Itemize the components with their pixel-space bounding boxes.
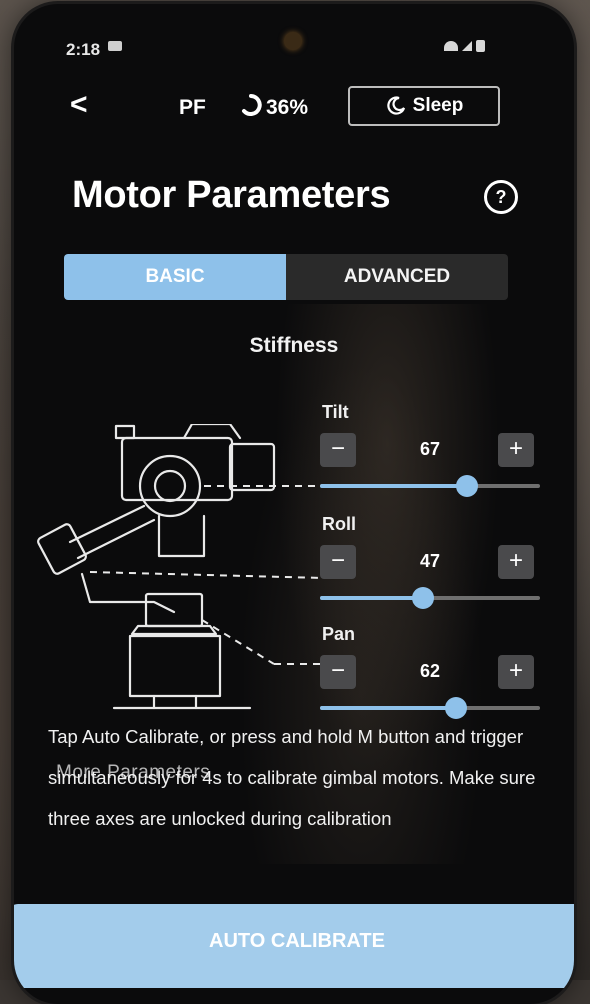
front-camera — [284, 32, 302, 50]
mail-icon — [108, 41, 122, 51]
roll-slider[interactable] — [320, 587, 540, 609]
mode-label: PF — [179, 96, 206, 120]
slider-fill — [320, 596, 423, 600]
back-button[interactable]: < — [70, 90, 88, 120]
signal-icon — [462, 41, 472, 51]
app-screen: 2:18 < PF 36% Sleep Motor Parameters ? B — [14, 4, 574, 1004]
page-title: Motor Parameters — [72, 174, 390, 217]
calibration-instructions: Tap Auto Calibrate, or press and hold M … — [48, 716, 538, 839]
sleep-button[interactable]: Sleep — [348, 86, 500, 126]
roll-stepper: − 47 + — [320, 545, 540, 585]
slider-thumb[interactable] — [456, 475, 478, 497]
roll-increase-button[interactable]: + — [498, 545, 534, 579]
section-title: Stiffness — [14, 334, 574, 358]
battery-icon — [476, 40, 485, 52]
axis-label: Tilt — [322, 402, 540, 423]
parameter-tabs: BASIC ADVANCED — [64, 254, 508, 300]
sleep-label: Sleep — [413, 95, 464, 117]
axis-tilt: Tilt − 67 + — [320, 402, 540, 497]
battery-percentage: 36% — [266, 96, 308, 120]
slider-fill — [320, 484, 467, 488]
axis-pan: Pan − 62 + — [320, 624, 540, 719]
pan-stepper: − 62 + — [320, 655, 540, 695]
slider-fill — [320, 706, 456, 710]
tab-basic[interactable]: BASIC — [64, 254, 286, 300]
gimbal-diagram — [34, 424, 334, 724]
tab-advanced[interactable]: ADVANCED — [286, 254, 508, 300]
slider-thumb[interactable] — [412, 587, 434, 609]
wifi-icon — [444, 41, 458, 51]
pan-increase-button[interactable]: + — [498, 655, 534, 689]
help-icon[interactable]: ? — [484, 180, 518, 214]
axis-roll: Roll − 47 + — [320, 514, 540, 609]
gimbal-battery-icon — [240, 94, 262, 116]
auto-calibrate-button[interactable]: AUTO CALIBRATE — [14, 904, 574, 988]
axis-label: Pan — [322, 624, 540, 645]
phone-frame: 2:18 < PF 36% Sleep Motor Parameters ? B — [14, 4, 574, 1004]
status-icons — [444, 40, 485, 52]
moon-icon — [385, 95, 407, 117]
status-time: 2:18 — [66, 40, 100, 60]
axis-label: Roll — [322, 514, 540, 535]
top-bar: < PF 36% Sleep — [14, 86, 574, 130]
tilt-stepper: − 67 + — [320, 433, 540, 473]
tilt-slider[interactable] — [320, 475, 540, 497]
tilt-increase-button[interactable]: + — [498, 433, 534, 467]
